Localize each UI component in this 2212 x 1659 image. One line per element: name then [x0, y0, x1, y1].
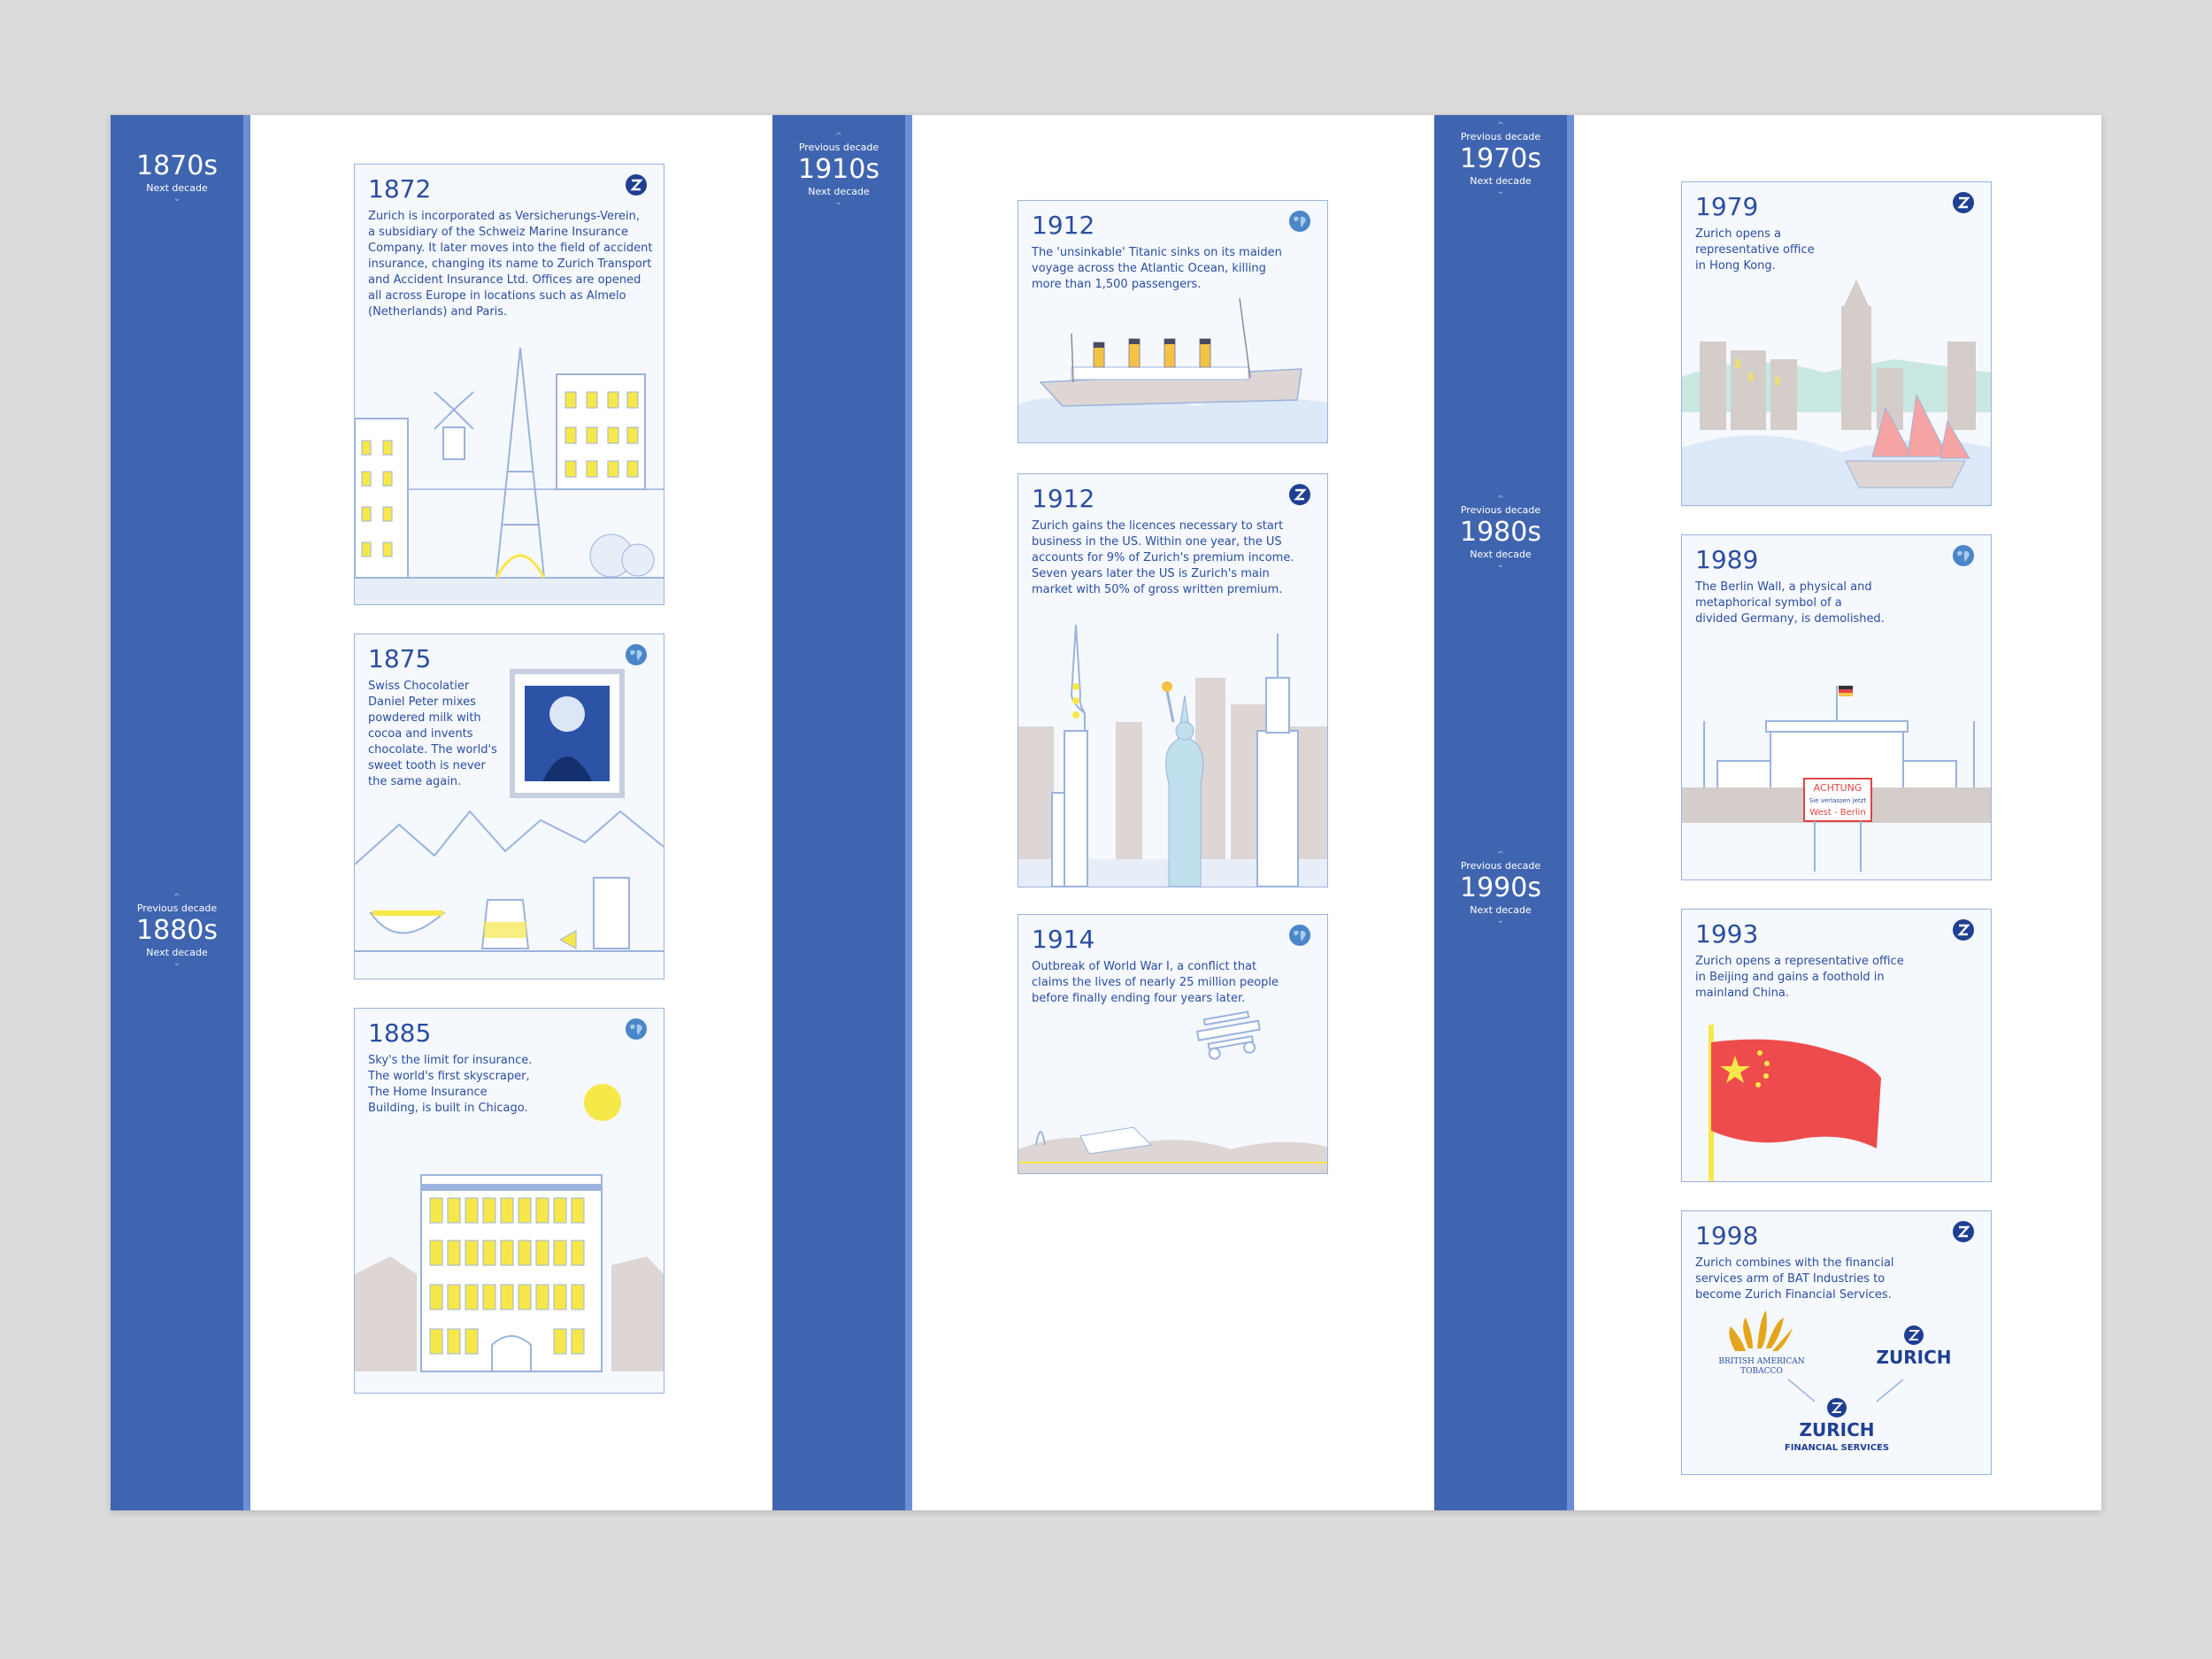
- card-year: 1872: [368, 174, 432, 204]
- timeline-card-1872[interactable]: 1872 Zurich is incorporated as Versicher…: [354, 164, 664, 605]
- titanic-illustration: [1018, 297, 1327, 442]
- merger-logos-illustration: BRITISH AMERICAN TOBACCO ZURICH ZURICH F…: [1718, 1310, 1952, 1453]
- decade-nav-1980s: ^ Previous decade 1980s Next decade ⌄: [1434, 495, 1567, 570]
- hong-kong-illustration: [1682, 280, 1991, 505]
- berlin-wall-illustration: ACHTUNG Sie verlassen jetzt West - Berli…: [1682, 686, 1991, 872]
- zfs-subtitle: FINANCIAL SERVICES: [1785, 1443, 1889, 1453]
- skyscraper-illustration: [355, 1084, 664, 1372]
- zurich-wordmark: ZURICH: [1877, 1347, 1952, 1368]
- card-description-line: and Accident Insurance Ltd. Offices are …: [368, 273, 641, 287]
- sidebar-stripe: [243, 115, 250, 1510]
- bat-logo: BRITISH AMERICAN TOBACCO: [1718, 1310, 1805, 1376]
- next-decade-link[interactable]: Next decade: [1434, 549, 1567, 561]
- card-description-line: Zurich is incorporated as Versicherungs-…: [368, 210, 640, 223]
- world-war-illustration: [1018, 1010, 1327, 1173]
- next-decade-link[interactable]: Next decade: [111, 947, 243, 959]
- zurich-financial-services-logo: ZURICH FINANCIAL SERVICES: [1785, 1398, 1889, 1453]
- timeline-card-1998[interactable]: 1998 Zurich combines with the financial s…: [1681, 1210, 1992, 1475]
- bat-logo-line1: BRITISH AMERICAN: [1718, 1357, 1804, 1366]
- timeline-card-1979[interactable]: 1979 Zurich opens a representative office…: [1681, 181, 1992, 506]
- previous-decade-link[interactable]: Previous decade: [111, 902, 243, 915]
- timeline-card-1989[interactable]: 1989 The Berlin Wall, a physical and meta…: [1681, 534, 1992, 880]
- card-description-line: Company. It later moves into the field o…: [368, 242, 653, 255]
- decade-label[interactable]: 1970s: [1434, 143, 1567, 175]
- decade-sidebar-1: 1870s Next decade ⌄ ^ Previous decade 18…: [111, 115, 250, 1510]
- decade-label[interactable]: 1980s: [1434, 517, 1567, 549]
- decade-nav-1870s: 1870s Next decade ⌄: [111, 150, 243, 204]
- card-description-line: insurance, changing its name to Zurich T…: [368, 257, 652, 271]
- decade-nav-1970s: ^ Previous decade 1970s Next decade ⌄: [1434, 122, 1567, 196]
- chevron-down-icon[interactable]: ⌄: [111, 959, 243, 968]
- chevron-down-icon[interactable]: ⌄: [1434, 917, 1567, 926]
- china-flag-illustration: [1709, 1025, 1881, 1181]
- next-decade-link[interactable]: Next decade: [772, 186, 905, 198]
- next-decade-link[interactable]: Next decade: [1434, 175, 1567, 188]
- berlin-sign-line1: Sie verlassen jetzt: [1809, 797, 1866, 804]
- decade-sidebar-3: ^ Previous decade 1970s Next decade ⌄ ^ …: [1434, 115, 1574, 1510]
- zurich-logo-icon: [626, 174, 647, 196]
- decade-label[interactable]: 1910s: [772, 154, 905, 186]
- berlin-sign-title: ACHTUNG: [1814, 782, 1863, 794]
- timeline-card-1885[interactable]: 1885 Sky's the limit for insurance. The w…: [354, 1008, 664, 1394]
- berlin-sign-line2: West - Berlin: [1809, 808, 1866, 818]
- chevron-up-icon[interactable]: ^: [1434, 122, 1567, 131]
- decade-label[interactable]: 1870s: [111, 150, 243, 182]
- decade-nav-1990s: ^ Previous decade 1990s Next decade ⌄: [1434, 851, 1567, 926]
- chevron-up-icon[interactable]: ^: [1434, 851, 1567, 860]
- timeline-card-1875[interactable]: 1875 Swiss Chocolatier Daniel Peter mixes…: [354, 634, 664, 979]
- zfs-wordmark: ZURICH: [1800, 1419, 1875, 1440]
- previous-decade-link[interactable]: Previous decade: [1434, 860, 1567, 872]
- decade-nav-1880s: ^ Previous decade 1880s Next decade ⌄: [111, 894, 243, 968]
- timeline-card-1912-us[interactable]: 1912 Zurich gains the licences necessary…: [1018, 473, 1328, 887]
- decade-label[interactable]: 1990s: [1434, 872, 1567, 904]
- chocolate-illustration: [355, 669, 664, 952]
- paris-illustration: [355, 347, 664, 604]
- chevron-up-icon[interactable]: ^: [1434, 495, 1567, 504]
- card-description-line: all across Europe in locations such as A…: [368, 289, 626, 303]
- timeline-card-1912-titanic[interactable]: 1912 The 'unsinkable' Titanic sinks on i…: [1018, 200, 1328, 443]
- card-description-line: a subsidiary of the Schweiz Marine Insur…: [368, 226, 629, 239]
- next-decade-link[interactable]: Next decade: [1434, 904, 1567, 917]
- chevron-down-icon[interactable]: ⌄: [1434, 561, 1567, 570]
- chevron-up-icon[interactable]: ^: [111, 894, 243, 902]
- chevron-down-icon[interactable]: ⌄: [772, 198, 905, 207]
- decade-label[interactable]: 1880s: [111, 915, 243, 947]
- card-description: Zurich is incorporated as Versicherungs-…: [368, 209, 653, 320]
- previous-decade-link[interactable]: Previous decade: [1434, 131, 1567, 143]
- chevron-down-icon[interactable]: ⌄: [111, 195, 243, 204]
- previous-decade-link[interactable]: Previous decade: [1434, 504, 1567, 517]
- new-york-illustration: [1018, 624, 1327, 887]
- previous-decade-link[interactable]: Previous decade: [772, 142, 905, 154]
- timeline-card-1993[interactable]: 1993 Zurich opens a representative offic…: [1681, 909, 1992, 1182]
- card-description-line: (Netherlands) and Paris.: [368, 305, 508, 319]
- timeline-card-1914[interactable]: 1914 Outbreak of World War I, a conflict…: [1018, 914, 1328, 1174]
- next-decade-link[interactable]: Next decade: [111, 182, 243, 195]
- decade-sidebar-2: ^ Previous decade 1910s Next decade ⌄: [772, 115, 912, 1510]
- zurich-logo: ZURICH: [1877, 1325, 1952, 1368]
- bat-logo-line2: TOBACCO: [1740, 1367, 1783, 1376]
- timeline-page: 1870s Next decade ⌄ ^ Previous decade 18…: [111, 115, 2101, 1510]
- decade-nav-1910s: ^ Previous decade 1910s Next decade ⌄: [772, 133, 905, 207]
- chevron-up-icon[interactable]: ^: [772, 133, 905, 142]
- chevron-down-icon[interactable]: ⌄: [1434, 188, 1567, 196]
- sidebar-stripe: [1567, 115, 1574, 1510]
- sidebar-stripe: [905, 115, 912, 1510]
